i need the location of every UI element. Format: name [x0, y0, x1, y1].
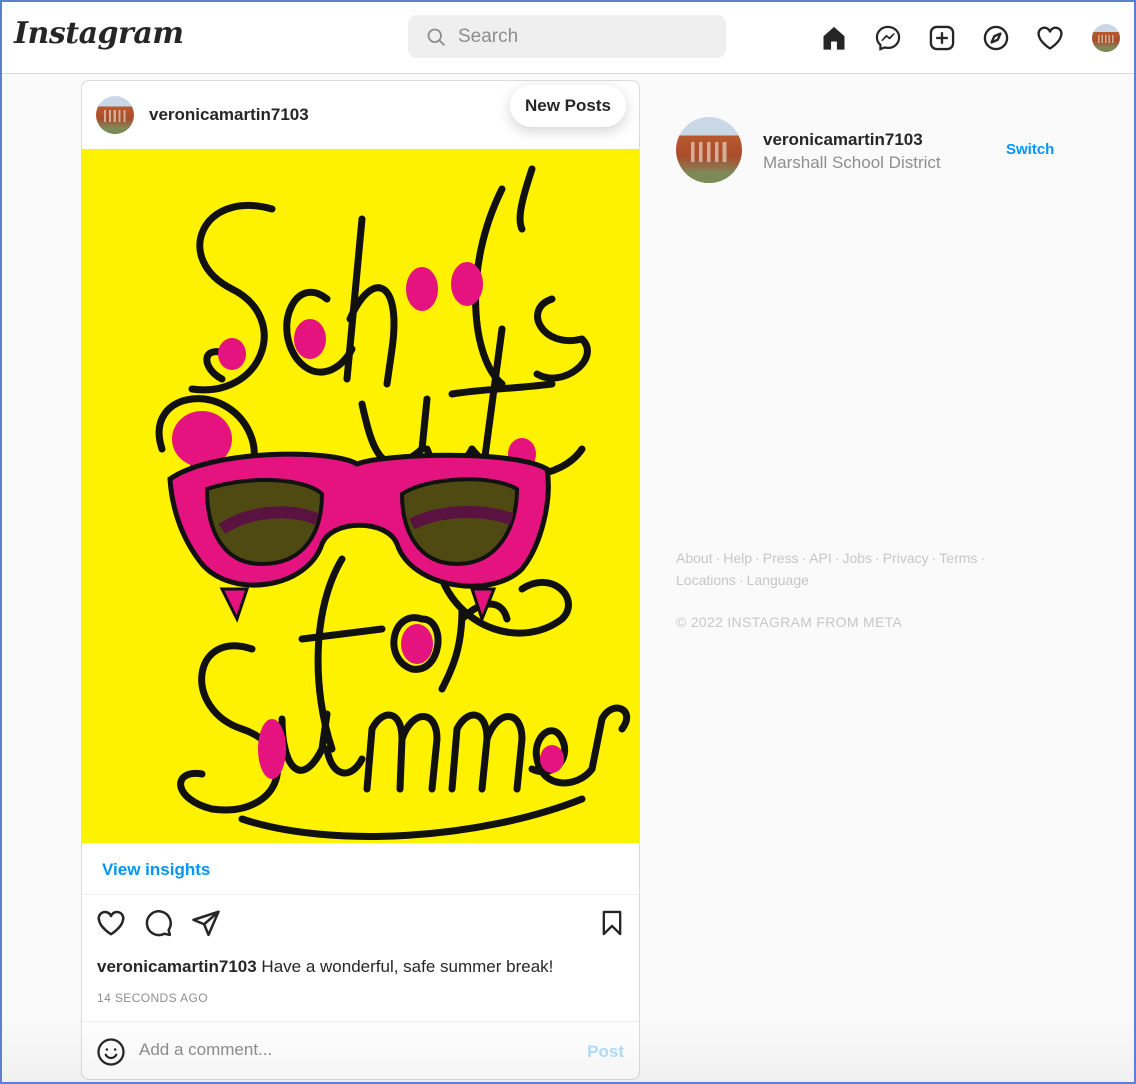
new-post-icon[interactable] [926, 22, 958, 54]
schools-out-for-summer-illustration [82, 149, 639, 843]
copyright-text: © 2022 INSTAGRAM FROM META [676, 614, 903, 630]
add-comment-row: Post [82, 1021, 639, 1079]
home-icon[interactable] [818, 22, 850, 54]
post-timestamp[interactable]: 14 SECONDS AGO [97, 991, 208, 1005]
sidebar-profile-avatar[interactable] [676, 117, 742, 183]
post-action-bar [82, 907, 639, 943]
footer-link-privacy[interactable]: Privacy [883, 550, 929, 566]
footer-links: About · Help · Press · API · Jobs · Privacy · Terms ·… [676, 550, 986, 588]
footer-link-press[interactable]: Press [763, 550, 799, 566]
activity-heart-icon[interactable] [1034, 22, 1066, 54]
footer-link-locations[interactable]: Locations [676, 572, 736, 588]
top-navigation-bar: Instagram [2, 2, 1134, 74]
footer-link-jobs[interactable]: Jobs [842, 550, 872, 566]
instagram-logo[interactable]: Instagram [14, 16, 184, 51]
nav-icon-group [2, 22, 1120, 52]
view-insights-link[interactable]: View insights [102, 860, 210, 880]
share-paper-plane-icon[interactable] [190, 907, 222, 939]
post-image[interactable] [82, 149, 639, 843]
footer-link-about[interactable]: About [676, 550, 713, 566]
footer-link-terms[interactable]: Terms [939, 550, 977, 566]
messenger-icon[interactable] [872, 22, 904, 54]
post-author-username[interactable]: veronicamartin7103 [149, 105, 309, 125]
switch-account-button[interactable]: Switch [1006, 141, 1054, 158]
new-posts-button[interactable]: New Posts [510, 85, 626, 127]
like-heart-icon[interactable] [95, 907, 127, 939]
feed-post: veronicamartin7103 New Posts View insigh… [81, 80, 640, 1080]
post-author-avatar[interactable] [96, 96, 134, 134]
emoji-icon[interactable] [96, 1037, 126, 1067]
footer-link-api[interactable]: API [809, 550, 832, 566]
add-comment-input[interactable] [139, 1040, 559, 1060]
caption-username[interactable]: veronicamartin7103 [97, 957, 257, 976]
footer-link-help[interactable]: Help [723, 550, 752, 566]
caption-text: Have a wonderful, safe summer break! [256, 957, 554, 976]
profile-avatar[interactable] [1092, 24, 1120, 52]
save-bookmark-icon[interactable] [596, 907, 628, 939]
insights-row: View insights [82, 843, 639, 895]
explore-icon[interactable] [980, 22, 1012, 54]
search-icon [427, 28, 445, 46]
post-caption: veronicamartin7103 Have a wonderful, saf… [97, 957, 553, 977]
comment-bubble-icon[interactable] [142, 907, 174, 939]
search-input[interactable] [458, 25, 708, 48]
search-box[interactable] [408, 15, 726, 58]
sidebar-username[interactable]: veronicamartin7103 [763, 130, 923, 150]
sidebar-full-name: Marshall School District [763, 153, 941, 172]
post-comment-button[interactable]: Post [587, 1042, 624, 1062]
footer-link-language[interactable]: Language [747, 572, 809, 588]
